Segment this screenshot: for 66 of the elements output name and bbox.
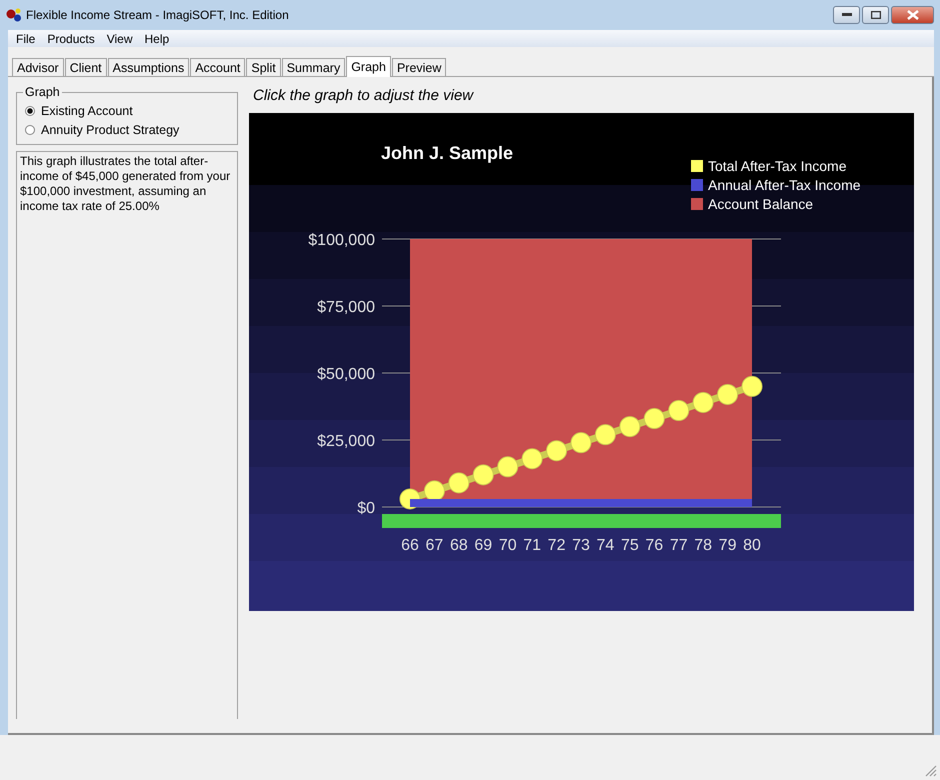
maximize-button[interactable] <box>862 6 889 24</box>
radio-label[interactable]: Annuity Product Strategy <box>41 122 180 136</box>
y-axis-label: $25,000 <box>317 433 375 450</box>
tab[interactable]: Graph <box>346 56 391 77</box>
tab[interactable]: Assumptions <box>108 58 190 76</box>
point <box>522 448 543 470</box>
x-axis-label: 77 <box>670 537 688 554</box>
app-icon <box>6 8 22 22</box>
close-icon <box>906 10 918 20</box>
menu-item[interactable]: Help <box>138 32 176 46</box>
menu-item[interactable]: View <box>100 32 138 46</box>
x-axis-label: 78 <box>694 537 712 554</box>
chart[interactable]: John J. Sample Total After-Tax Income Annual After-Tax Income Account Balance $0 $25,000 $50,000 $75,000 $100,000 66 67 68 69 70 71 72 73 74 75 76 77 78 79 80 <box>249 113 914 611</box>
y-axis-label: $0 <box>357 500 375 517</box>
x-axis-label: 66 <box>401 537 419 554</box>
point <box>644 408 665 430</box>
x-axis-label: 75 <box>620 537 639 554</box>
minimize-button[interactable] <box>833 6 860 24</box>
resize-grip-icon[interactable] <box>925 765 937 777</box>
menu-item[interactable]: Products <box>41 32 101 46</box>
menu-item[interactable]: File <box>10 32 42 46</box>
point <box>742 376 762 397</box>
point <box>546 440 568 462</box>
tab[interactable]: Advisor <box>12 58 64 76</box>
maximize-icon <box>870 11 880 19</box>
group-title: Graph <box>24 85 61 99</box>
point <box>472 464 494 486</box>
x-axis-label: 79 <box>718 537 736 554</box>
close-button[interactable] <box>891 6 934 24</box>
tab[interactable]: Summary <box>282 58 346 76</box>
point <box>497 456 518 478</box>
description-text: This graph illustrates the total after-income of $45,000 generated from your $100,000 investment, assuming an income tax rate of 25.00% <box>16 151 238 719</box>
point <box>619 416 640 438</box>
legend-label: Total After-Tax Income <box>708 158 847 174</box>
window-title: Flexible Income Stream - ImagiSOFT, Inc. Edition <box>26 8 289 22</box>
point <box>570 432 592 454</box>
hint-text: Click the graph to adjust the view <box>252 86 475 106</box>
x-axis-label: 73 <box>572 537 590 554</box>
x-axis-label: 76 <box>645 537 664 554</box>
radio-button[interactable] <box>25 124 35 134</box>
y-axis-label: $100,000 <box>308 232 375 249</box>
tab[interactable]: Client <box>64 58 107 76</box>
chart-title: John J. Sample <box>381 143 514 163</box>
point <box>594 424 616 446</box>
x-axis-label: 74 <box>596 537 614 554</box>
point <box>668 400 690 422</box>
tab[interactable]: Preview <box>392 58 446 76</box>
point <box>717 384 738 405</box>
radio-label[interactable]: Existing Account <box>41 104 133 118</box>
tab[interactable]: Account <box>190 58 246 76</box>
y-axis-label: $75,000 <box>317 299 375 316</box>
point <box>448 472 470 494</box>
x-axis-label: 80 <box>743 537 761 554</box>
x-axis-label: 67 <box>426 537 444 554</box>
point <box>692 392 714 413</box>
x-axis-label: 68 <box>450 537 468 554</box>
legend-label: Annual After-Tax Income <box>708 177 861 193</box>
legend-label: Account Balance <box>708 196 814 212</box>
tab[interactable]: Split <box>246 58 281 76</box>
x-axis-label: 70 <box>498 537 517 554</box>
y-axis-label: $50,000 <box>317 366 375 383</box>
x-axis-label: 71 <box>523 537 542 554</box>
x-axis-label: 72 <box>548 537 566 554</box>
minimize-icon <box>842 13 852 17</box>
x-axis-label: 69 <box>474 537 492 554</box>
radio-button[interactable] <box>25 106 35 116</box>
